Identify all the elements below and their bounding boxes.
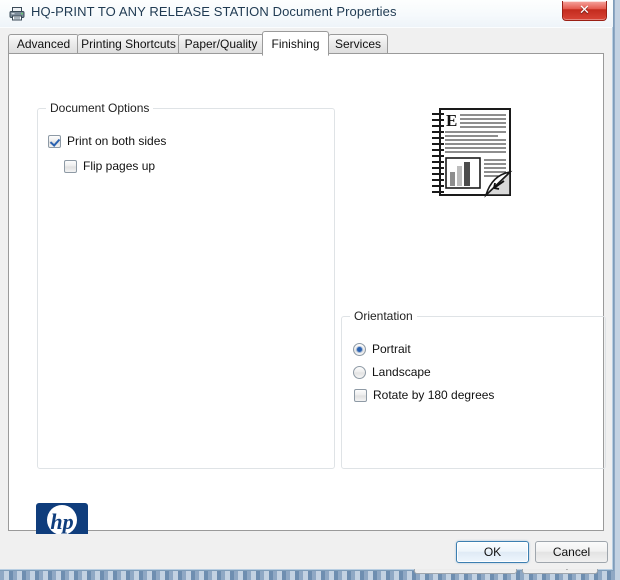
landscape-radio[interactable] bbox=[353, 365, 366, 379]
ok-button-label: OK bbox=[483, 545, 502, 559]
orientation-legend: Orientation bbox=[350, 309, 417, 323]
tab-label: Printing Shortcuts bbox=[81, 37, 176, 51]
print-on-both-sides-label: Print on both sides bbox=[67, 134, 167, 148]
close-icon: ✕ bbox=[579, 3, 590, 18]
tab-strip: Advanced Printing Shortcuts Paper/Qualit… bbox=[8, 31, 604, 56]
dialog-client-area: Advanced Printing Shortcuts Paper/Qualit… bbox=[5, 29, 607, 574]
svg-text:E: E bbox=[446, 111, 457, 130]
ok-button[interactable]: OK bbox=[456, 541, 529, 563]
document-properties-window: HQ-PRINT TO ANY RELEASE STATION Document… bbox=[0, 0, 614, 574]
checkbox-row-rotate-180[interactable]: Rotate by 180 degrees bbox=[354, 388, 494, 402]
checkbox-row-print-on-both-sides[interactable]: Print on both sides bbox=[48, 134, 166, 148]
print-on-both-sides-checkbox[interactable] bbox=[48, 134, 61, 148]
document-options-legend: Document Options bbox=[46, 101, 154, 115]
flip-pages-up-checkbox[interactable] bbox=[64, 159, 77, 173]
close-button[interactable]: ✕ bbox=[562, 1, 607, 21]
tab-label: Services bbox=[335, 37, 382, 51]
print-preview-graphic: E bbox=[424, 104, 516, 202]
portrait-label: Portrait bbox=[372, 342, 411, 356]
landscape-label: Landscape bbox=[372, 365, 431, 379]
checkbox-row-flip-pages-up[interactable]: Flip pages up bbox=[64, 159, 155, 173]
title-bar[interactable]: HQ-PRINT TO ANY RELEASE STATION Document… bbox=[0, 0, 613, 27]
tab-services[interactable]: Services bbox=[328, 34, 388, 54]
document-options-group: Document Options Print on both sides Fli… bbox=[37, 101, 335, 469]
tab-label: Paper/Quality bbox=[184, 37, 258, 51]
window-inner-frame: HQ-PRINT TO ANY RELEASE STATION Document… bbox=[0, 0, 613, 574]
cancel-button-label: Cancel bbox=[552, 545, 591, 559]
tab-label: Finishing bbox=[271, 36, 320, 51]
printer-icon bbox=[9, 6, 25, 21]
tab-paper-quality[interactable]: Paper/Quality bbox=[178, 34, 264, 54]
window-title: HQ-PRINT TO ANY RELEASE STATION Document… bbox=[31, 4, 397, 19]
finishing-tab-panel: Document Options Print on both sides Fli… bbox=[8, 53, 606, 574]
orientation-group: Orientation Portrait Landscape Rotate by… bbox=[341, 309, 606, 469]
tab-finishing[interactable]: Finishing bbox=[262, 31, 329, 56]
tab-advanced[interactable]: Advanced bbox=[8, 34, 79, 54]
portrait-radio[interactable] bbox=[353, 342, 366, 356]
rotate-by-180-degrees-checkbox[interactable] bbox=[354, 388, 367, 402]
radio-row-landscape[interactable]: Landscape bbox=[353, 365, 431, 379]
cancel-button[interactable]: Cancel bbox=[535, 541, 608, 563]
radio-row-portrait[interactable]: Portrait bbox=[353, 342, 411, 356]
tab-printing-shortcuts[interactable]: Printing Shortcuts bbox=[77, 34, 180, 54]
rotate-by-180-degrees-label: Rotate by 180 degrees bbox=[373, 388, 495, 402]
tab-label: Advanced bbox=[16, 37, 71, 51]
flip-pages-up-label: Flip pages up bbox=[83, 159, 156, 173]
